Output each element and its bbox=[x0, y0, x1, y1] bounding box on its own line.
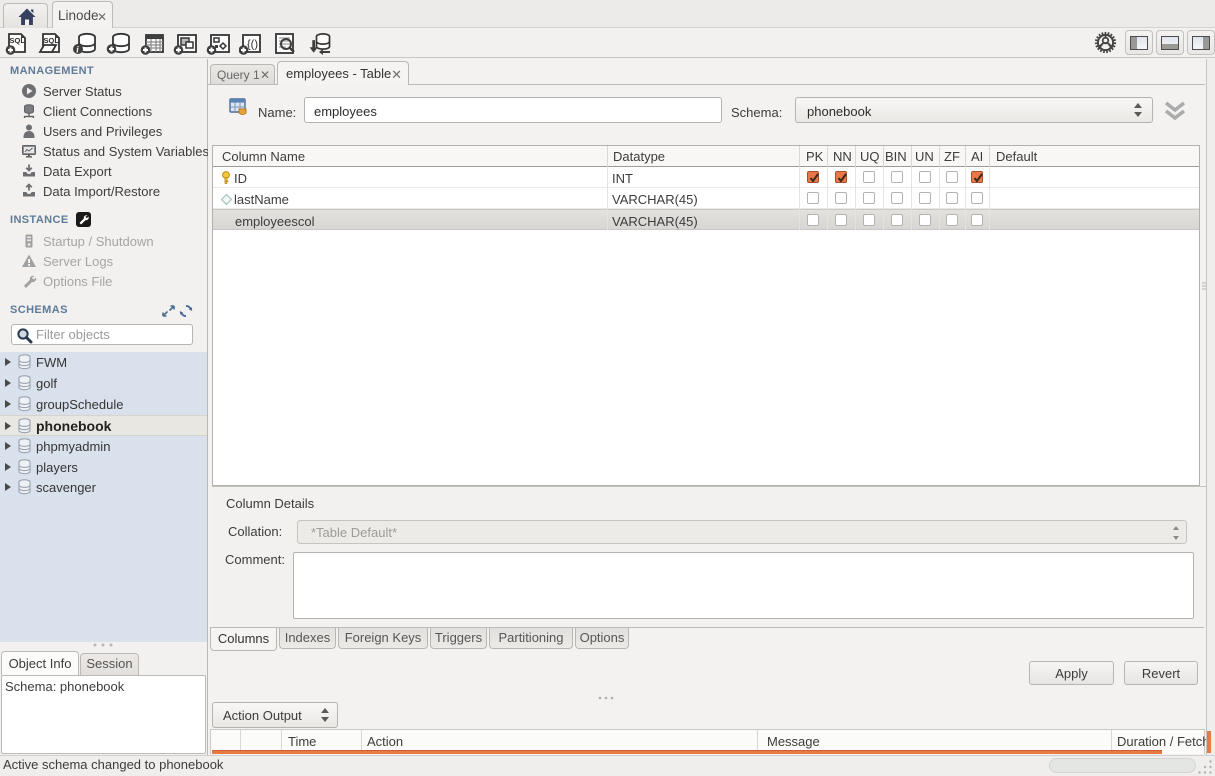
svg-text:{(): {() bbox=[247, 39, 258, 51]
svg-text:SQL: SQL bbox=[10, 36, 26, 45]
svg-text:SQL: SQL bbox=[44, 36, 60, 45]
